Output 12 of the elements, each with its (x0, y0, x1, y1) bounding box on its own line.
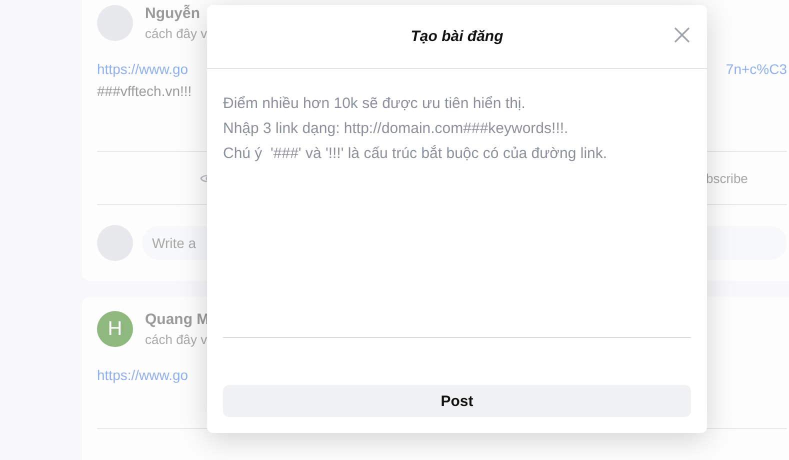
post-text: ###vfftech.vn!!! (97, 83, 193, 99)
dialog-title: Tạo bài đăng (410, 28, 504, 45)
post-time: cách đây v (145, 26, 208, 41)
post-button[interactable]: Post (223, 385, 691, 417)
subscribe-button[interactable]: bscribe (706, 170, 748, 186)
post-link[interactable]: https://www.go (97, 367, 188, 383)
post-time: cách đây v (145, 332, 208, 347)
close-icon[interactable] (674, 27, 690, 43)
letter-avatar: H (97, 311, 133, 347)
author-name[interactable]: Nguyễn (145, 5, 208, 22)
post-link[interactable]: 7n+c%C3 (726, 61, 787, 77)
post-link[interactable]: https://www.go (97, 61, 188, 77)
